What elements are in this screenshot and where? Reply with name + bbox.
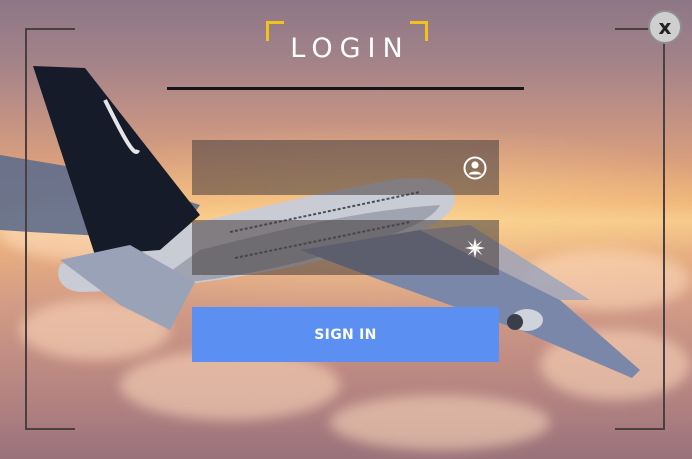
title-divider [167, 87, 524, 90]
frame-left-bracket [25, 28, 75, 430]
user-icon [451, 140, 499, 195]
sign-in-button[interactable]: SIGN IN [192, 307, 499, 362]
login-title: LOGIN [290, 33, 410, 64]
password-field[interactable] [192, 220, 499, 275]
password-input[interactable] [192, 220, 451, 275]
username-field[interactable] [192, 140, 499, 195]
close-button[interactable]: x [648, 10, 682, 44]
asterisk-icon [451, 220, 499, 275]
frame-right-bracket [615, 28, 665, 430]
username-input[interactable] [192, 140, 451, 195]
